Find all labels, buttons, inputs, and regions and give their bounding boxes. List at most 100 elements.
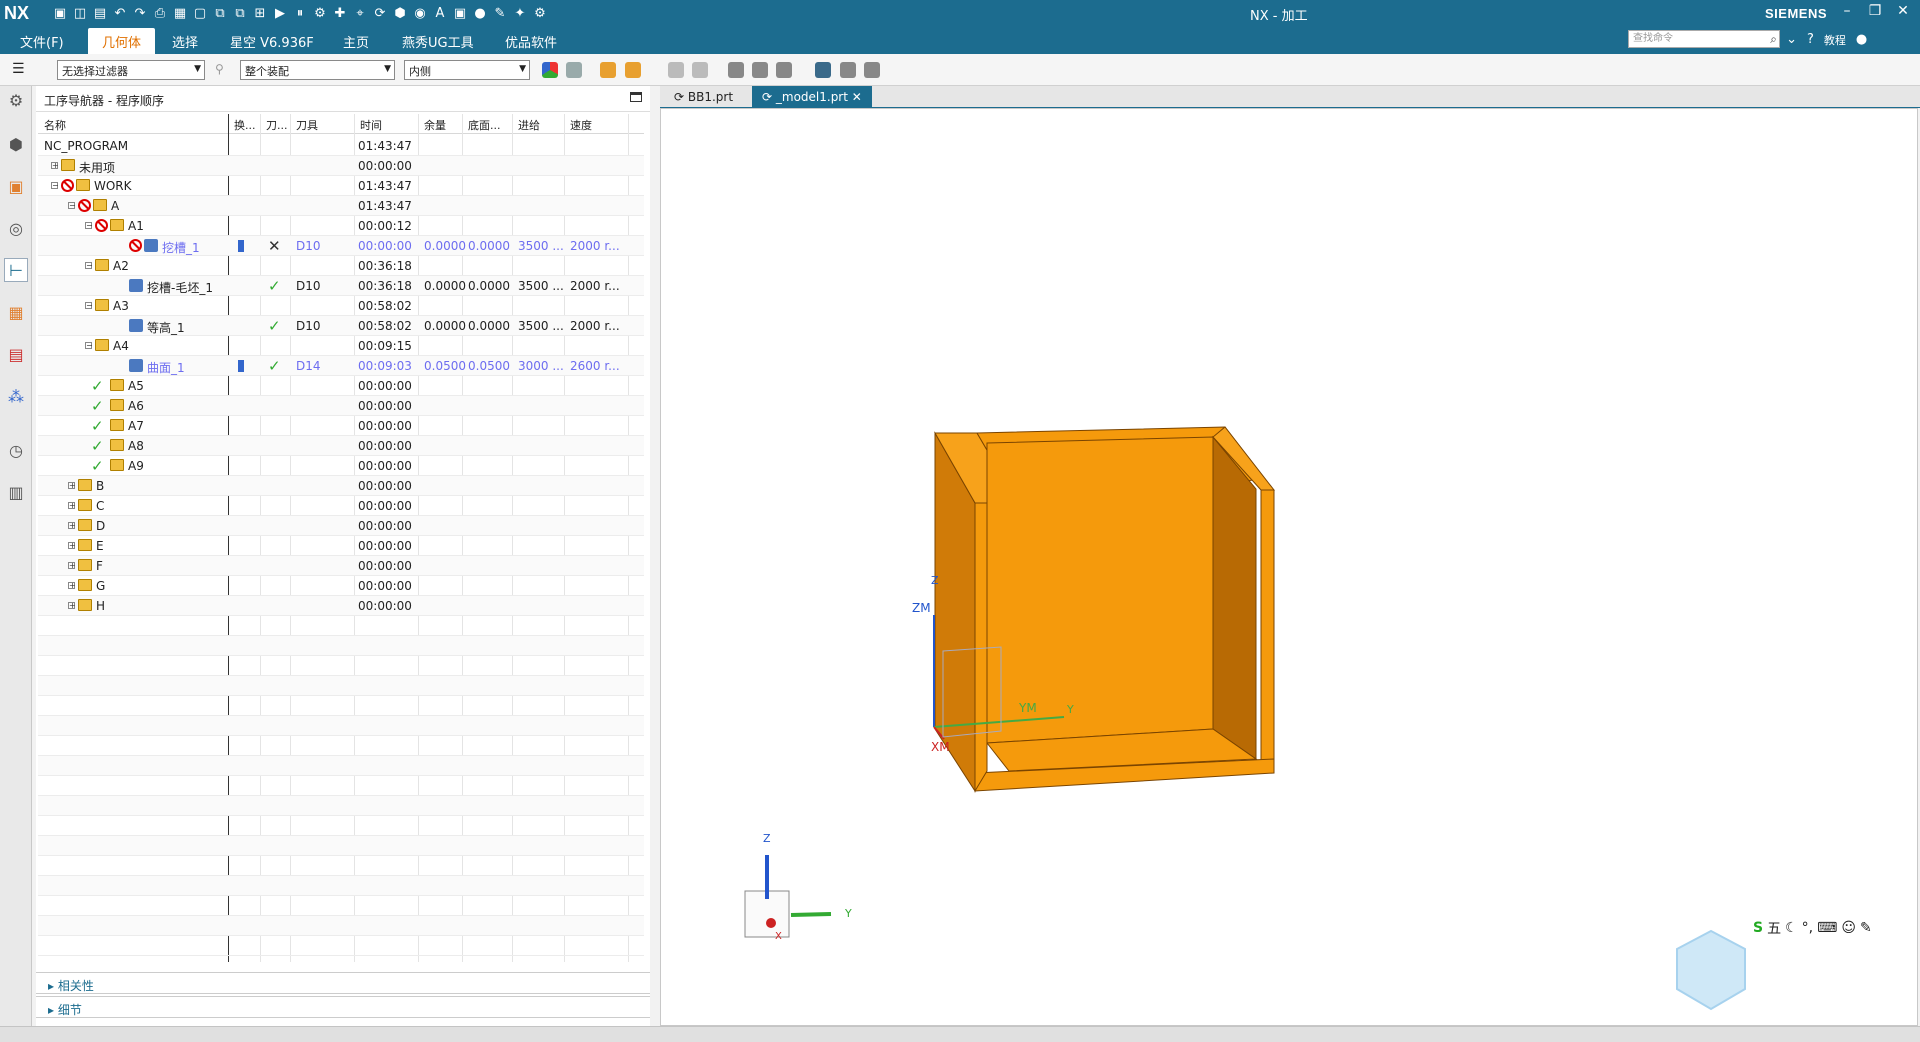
table-row[interactable]: 曲面_1 ✓ D14 00:09:03 0.0500 0.0500 3000 ... 2600… [38,356,644,376]
copy-icon[interactable]: ⧉ [210,3,230,23]
panel-details[interactable]: ▸ 细节 [36,996,650,1018]
table-row[interactable]: + E 00:00:00 [38,536,644,556]
view-hide-icon[interactable] [752,62,768,78]
table-row[interactable]: + B 00:00:00 [38,476,644,496]
column-header-3[interactable]: 刀具 [296,117,318,133]
restore-button[interactable]: ❐ [1868,3,1882,19]
paint-icon[interactable]: ✦ [510,3,530,23]
view-show-icon[interactable] [776,62,792,78]
collapse-icon[interactable]: − [51,182,59,190]
column-header-1[interactable]: 换... [234,117,256,133]
mcs-icon[interactable] [815,62,831,78]
menu-select[interactable]: 选择 [172,32,198,51]
reuse-library-icon[interactable]: ▤ [4,342,28,366]
collapse-icon[interactable]: − [85,342,93,350]
table-row[interactable]: + H 00:00:00 [38,596,644,616]
paste-icon[interactable]: ⧉ [230,3,250,23]
table-row[interactable]: − A3 00:58:02 [38,296,644,316]
table-row[interactable]: + C 00:00:00 [38,496,644,516]
point-add-icon[interactable] [625,62,641,78]
roles-icon[interactable]: ⁂ [4,384,28,408]
help-icon[interactable]: ? [1807,32,1814,48]
expand-icon[interactable]: + [68,502,76,510]
color-filter-icon[interactable] [542,62,558,78]
lamp-icon[interactable]: ● [470,3,490,23]
part-model-view[interactable]: ZM Z YM Y XM Z Y X [661,109,1919,1027]
command-finder-icon[interactable]: ⊞ [250,3,270,23]
table-row[interactable]: − A 01:43:47 [38,196,644,216]
table-row[interactable]: − A4 00:09:15 [38,336,644,356]
scope-dropdown[interactable]: 内侧 ▼ [404,60,530,80]
table-row[interactable]: + 未用项 00:00:00 [38,156,644,176]
table-row[interactable]: ✓ A6 00:00:00 [38,396,644,416]
menu-yanxiu[interactable]: 燕秀UG工具 [402,32,474,51]
table-row[interactable]: − A2 00:36:18 [38,256,644,276]
tab-close-icon[interactable]: ✕ [852,90,862,104]
minimize-button[interactable]: – [1840,3,1854,19]
print-icon[interactable]: ⎙ [150,3,170,23]
settings-dot-icon[interactable]: ● [1856,32,1867,48]
open-icon[interactable]: ▤ [90,3,110,23]
history-icon[interactable]: ◷ [4,438,28,462]
cylinder-icon[interactable]: ◉ [410,3,430,23]
maximize-icon[interactable] [630,92,642,102]
cut-icon[interactable]: ▦ [170,3,190,23]
snap-point-icon[interactable] [600,62,616,78]
image-icon[interactable]: ▣ [450,3,470,23]
table-row[interactable]: + F 00:00:00 [38,556,644,576]
table-row[interactable]: + D 00:00:00 [38,516,644,536]
refresh-icon[interactable]: ⟳ [370,3,390,23]
column-header-2[interactable]: 刀... [266,117,288,133]
save-as-icon[interactable]: ◫ [70,3,90,23]
table-row[interactable]: ✓ A7 00:00:00 [38,416,644,436]
menu-geometry[interactable]: 几何体 [88,28,156,57]
tab-model1[interactable]: ⟳ _model1.prt ✕ [752,86,872,108]
keyboard-icon[interactable]: ⌨ [1817,920,1837,936]
expand-icon[interactable]: + [68,562,76,570]
menu-xingkong[interactable]: 星空 V6.936F [230,32,314,51]
settings-icon[interactable]: ⚙ [530,3,550,23]
table-row[interactable]: ✓ A9 00:00:00 [38,456,644,476]
column-header-0[interactable]: 名称 [44,117,66,133]
menu-icon[interactable]: ☰ [12,61,25,77]
table-row[interactable]: + G 00:00:00 [38,576,644,596]
plus-icon[interactable]: ✚ [330,3,350,23]
user-icon[interactable]: ☺ [1841,920,1856,936]
window-icon[interactable]: ▢ [190,3,210,23]
collapse-icon[interactable]: − [85,222,93,230]
save-icon[interactable]: ▣ [50,3,70,23]
select-face-icon[interactable] [692,62,708,78]
settings-icon[interactable]: ⚙ [4,88,28,112]
column-header-5[interactable]: 余量 [424,117,446,133]
moon-icon[interactable]: ☾ [1785,920,1798,936]
table-row[interactable]: 等高_1 ✓ D10 00:58:02 0.0000 0.0000 3500 ... 2000… [38,316,644,336]
collapse-icon[interactable]: − [68,202,76,210]
menu-file[interactable]: 文件(F) [20,32,64,51]
table-row[interactable]: ✓ A8 00:00:00 [38,436,644,456]
snap-icon[interactable]: ⌖ [350,3,370,23]
table-row[interactable]: − WORK 01:43:47 [38,176,644,196]
machine-tool-icon[interactable]: ▦ [4,300,28,324]
tool-icon[interactable]: ⚙ [310,3,330,23]
expand-icon[interactable]: + [68,582,76,590]
nx-logo[interactable]: NX [4,3,29,24]
display-icon[interactable] [840,62,856,78]
cube-icon[interactable]: ⬢ [390,3,410,23]
column-header-7[interactable]: 进给 [518,117,540,133]
punctuation-icon[interactable]: °, [1802,920,1813,936]
palette-icon[interactable]: ▥ [4,480,28,504]
column-header-6[interactable]: 底面... [468,117,501,133]
table-row[interactable]: 挖槽-毛坯_1 ✓ D10 00:36:18 0.0000 0.0000 3500 ... 2… [38,276,644,296]
table-row[interactable]: ✓ A5 00:00:00 [38,376,644,396]
undo-icon[interactable]: ↶ [110,3,130,23]
close-button[interactable]: ✕ [1896,3,1910,19]
view-section-icon[interactable] [728,62,744,78]
redo-icon[interactable]: ↷ [130,3,150,23]
brush-icon[interactable]: ✎ [490,3,510,23]
tutorial-link[interactable]: 教程 [1824,32,1846,48]
fullscreen-icon[interactable]: ⛶ [1767,32,1776,48]
text-icon[interactable]: A [430,3,450,23]
type-filter-dropdown[interactable]: 无选择过滤器 ▼ [57,60,205,80]
select-body-icon[interactable] [668,62,684,78]
part-navigator-icon[interactable]: ⬢ [4,132,28,156]
